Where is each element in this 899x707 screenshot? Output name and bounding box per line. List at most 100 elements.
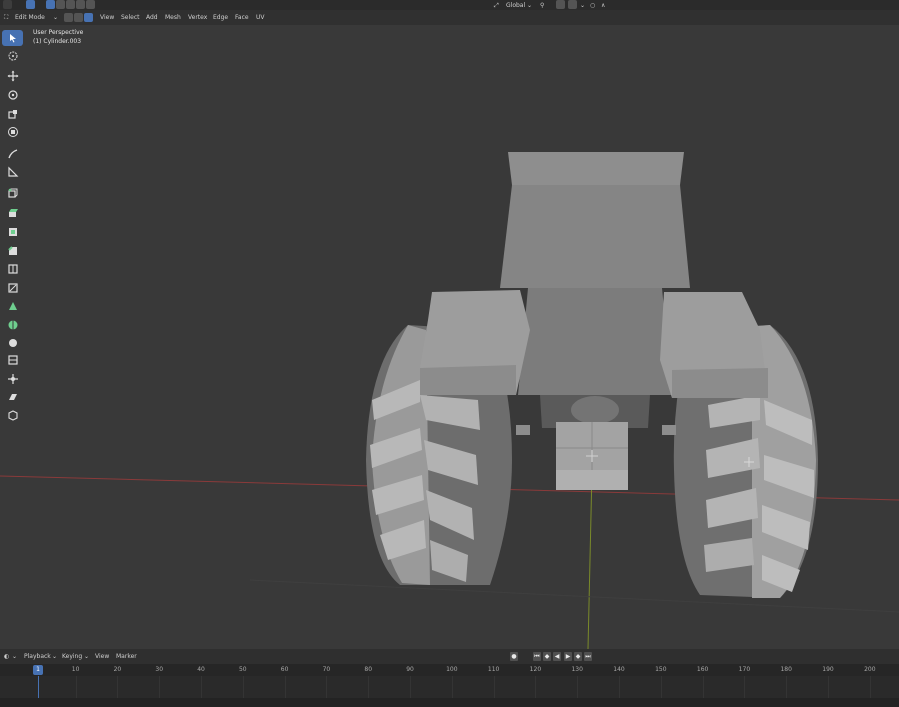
frame-tick-label: 150 bbox=[655, 666, 667, 673]
inset-tool-icon[interactable] bbox=[2, 224, 23, 240]
select-new-icon[interactable] bbox=[46, 0, 55, 9]
view-name-label: User Perspective bbox=[33, 29, 84, 36]
rip-region-tool-icon[interactable] bbox=[2, 407, 23, 423]
menu-view[interactable]: View bbox=[100, 10, 114, 25]
frame-tick-line bbox=[786, 676, 788, 698]
cab-top bbox=[508, 152, 684, 185]
menu-vertex[interactable]: Vertex bbox=[188, 10, 207, 25]
grid-line bbox=[249, 579, 899, 613]
frame-tick-label: 160 bbox=[696, 666, 709, 673]
frame-tick-label: 60 bbox=[280, 666, 289, 673]
bevel-tool-icon[interactable] bbox=[2, 243, 23, 259]
jump-start-icon[interactable]: ⏮ bbox=[533, 652, 541, 661]
rotate-tool-icon[interactable] bbox=[2, 87, 23, 103]
frame-tick-label: 190 bbox=[822, 666, 834, 673]
select-box-tool-icon[interactable] bbox=[2, 30, 23, 46]
edge-slide-tool-icon[interactable] bbox=[2, 352, 23, 368]
viewport-header: ⛶ Edit Mode ⌄ View Select Add Mesh Verte… bbox=[0, 10, 899, 25]
editor-type-icon[interactable] bbox=[3, 0, 12, 9]
menu-uv[interactable]: UV bbox=[256, 10, 265, 25]
chevron-down-icon[interactable]: ⌄ bbox=[52, 649, 57, 664]
annotate-tool-icon[interactable] bbox=[2, 146, 23, 162]
frame-tick-line bbox=[410, 676, 412, 698]
menu-add[interactable]: Add bbox=[146, 10, 158, 25]
frame-tick-label: 40 bbox=[197, 666, 205, 673]
loop-cut-tool-icon[interactable] bbox=[2, 261, 23, 277]
timeline-track-area[interactable] bbox=[0, 676, 899, 698]
transform-tool-icon[interactable] bbox=[2, 124, 23, 140]
menu-edge[interactable]: Edge bbox=[213, 10, 228, 25]
jump-keyframe-back-icon[interactable]: ◆ bbox=[543, 652, 551, 661]
menu-select[interactable]: Select bbox=[121, 10, 140, 25]
add-cube-tool-icon[interactable] bbox=[2, 185, 23, 201]
chevron-down-icon[interactable]: ⌄ bbox=[12, 649, 17, 664]
frame-tick-line bbox=[242, 676, 244, 698]
chevron-down-icon[interactable]: ⌄ bbox=[53, 10, 58, 25]
frame-tick-label: 30 bbox=[155, 666, 164, 673]
timeline-editor-icon[interactable]: ◐ bbox=[4, 649, 9, 664]
frame-tick-line bbox=[702, 676, 704, 698]
play-icon[interactable]: ▶ bbox=[564, 652, 572, 661]
scene-render bbox=[0, 152, 899, 649]
move-tool-icon[interactable] bbox=[2, 68, 23, 84]
menu-playback[interactable]: Playback bbox=[24, 649, 51, 664]
frame-tick-label: 140 bbox=[613, 666, 625, 673]
timeline-scrollbar[interactable] bbox=[0, 698, 899, 707]
shrink-fatten-tool-icon[interactable] bbox=[2, 371, 23, 387]
editor-type-icon[interactable]: ⛶ bbox=[4, 10, 8, 25]
menu-view[interactable]: View bbox=[95, 649, 109, 664]
select-intersect-icon[interactable] bbox=[86, 0, 95, 9]
frame-tick-line bbox=[368, 676, 370, 698]
menu-face[interactable]: Face bbox=[235, 10, 249, 25]
snap-target-icon[interactable] bbox=[568, 0, 577, 9]
frame-tick-line bbox=[493, 676, 495, 698]
scale-tool-icon[interactable] bbox=[2, 106, 23, 122]
mode-dropdown[interactable]: Edit Mode bbox=[15, 10, 45, 25]
frame-tick-label: 120 bbox=[529, 666, 542, 673]
select-extend-icon[interactable] bbox=[56, 0, 65, 9]
extrude-tool-icon[interactable] bbox=[2, 205, 23, 221]
poly-build-tool-icon[interactable] bbox=[2, 298, 23, 314]
face-select-icon[interactable] bbox=[84, 13, 93, 22]
frame-tick-label: 130 bbox=[571, 666, 583, 673]
frame-tick-line bbox=[744, 676, 746, 698]
cursor-tool-icon[interactable] bbox=[2, 48, 23, 64]
vertex-select-icon[interactable] bbox=[64, 13, 73, 22]
shear-tool-icon[interactable] bbox=[2, 389, 23, 405]
smooth-tool-icon[interactable] bbox=[2, 335, 23, 351]
select-mode-icon[interactable] bbox=[26, 0, 35, 9]
frame-tick-line bbox=[75, 676, 77, 698]
play-reverse-icon[interactable]: ◀ bbox=[553, 652, 561, 661]
active-object-label: (1) Cylinder.003 bbox=[33, 38, 82, 45]
frame-tick-line bbox=[201, 676, 203, 698]
frame-tick-line bbox=[577, 676, 579, 698]
knife-tool-icon[interactable] bbox=[2, 280, 23, 296]
current-frame-badge[interactable]: 1 bbox=[33, 665, 43, 675]
select-subtract-icon[interactable] bbox=[66, 0, 75, 9]
frame-tick-line bbox=[619, 676, 621, 698]
record-icon[interactable]: ● bbox=[510, 652, 518, 661]
frame-tick-label: 110 bbox=[487, 666, 500, 673]
frame-tick-label: 70 bbox=[322, 666, 331, 673]
frame-tick-line bbox=[159, 676, 161, 698]
frame-tick-label: 50 bbox=[238, 666, 247, 673]
3d-viewport[interactable]: User Perspective (1) Cylinder.003 bbox=[0, 25, 899, 649]
axle-hub bbox=[571, 396, 619, 424]
jump-keyframe-forward-icon[interactable]: ◆ bbox=[574, 652, 582, 661]
frame-tick-line bbox=[869, 676, 871, 698]
jump-end-icon[interactable]: ⏭ bbox=[584, 652, 592, 661]
spin-tool-icon[interactable] bbox=[2, 317, 23, 333]
edge-select-icon[interactable] bbox=[74, 13, 83, 22]
chevron-down-icon[interactable]: ⌄ bbox=[84, 649, 89, 664]
menu-mesh[interactable]: Mesh bbox=[165, 10, 181, 25]
select-invert-icon[interactable] bbox=[76, 0, 85, 9]
frame-tick-label: 80 bbox=[364, 666, 373, 673]
frame-tick-label: 10 bbox=[71, 666, 80, 673]
measure-tool-icon[interactable] bbox=[2, 164, 23, 180]
frame-tick-label: 90 bbox=[406, 666, 414, 673]
frame-tick-line bbox=[451, 676, 453, 698]
snap-icon[interactable] bbox=[556, 0, 565, 9]
menu-marker[interactable]: Marker bbox=[116, 649, 137, 664]
frame-tick-line bbox=[117, 676, 119, 698]
menu-keying[interactable]: Keying bbox=[62, 649, 82, 664]
